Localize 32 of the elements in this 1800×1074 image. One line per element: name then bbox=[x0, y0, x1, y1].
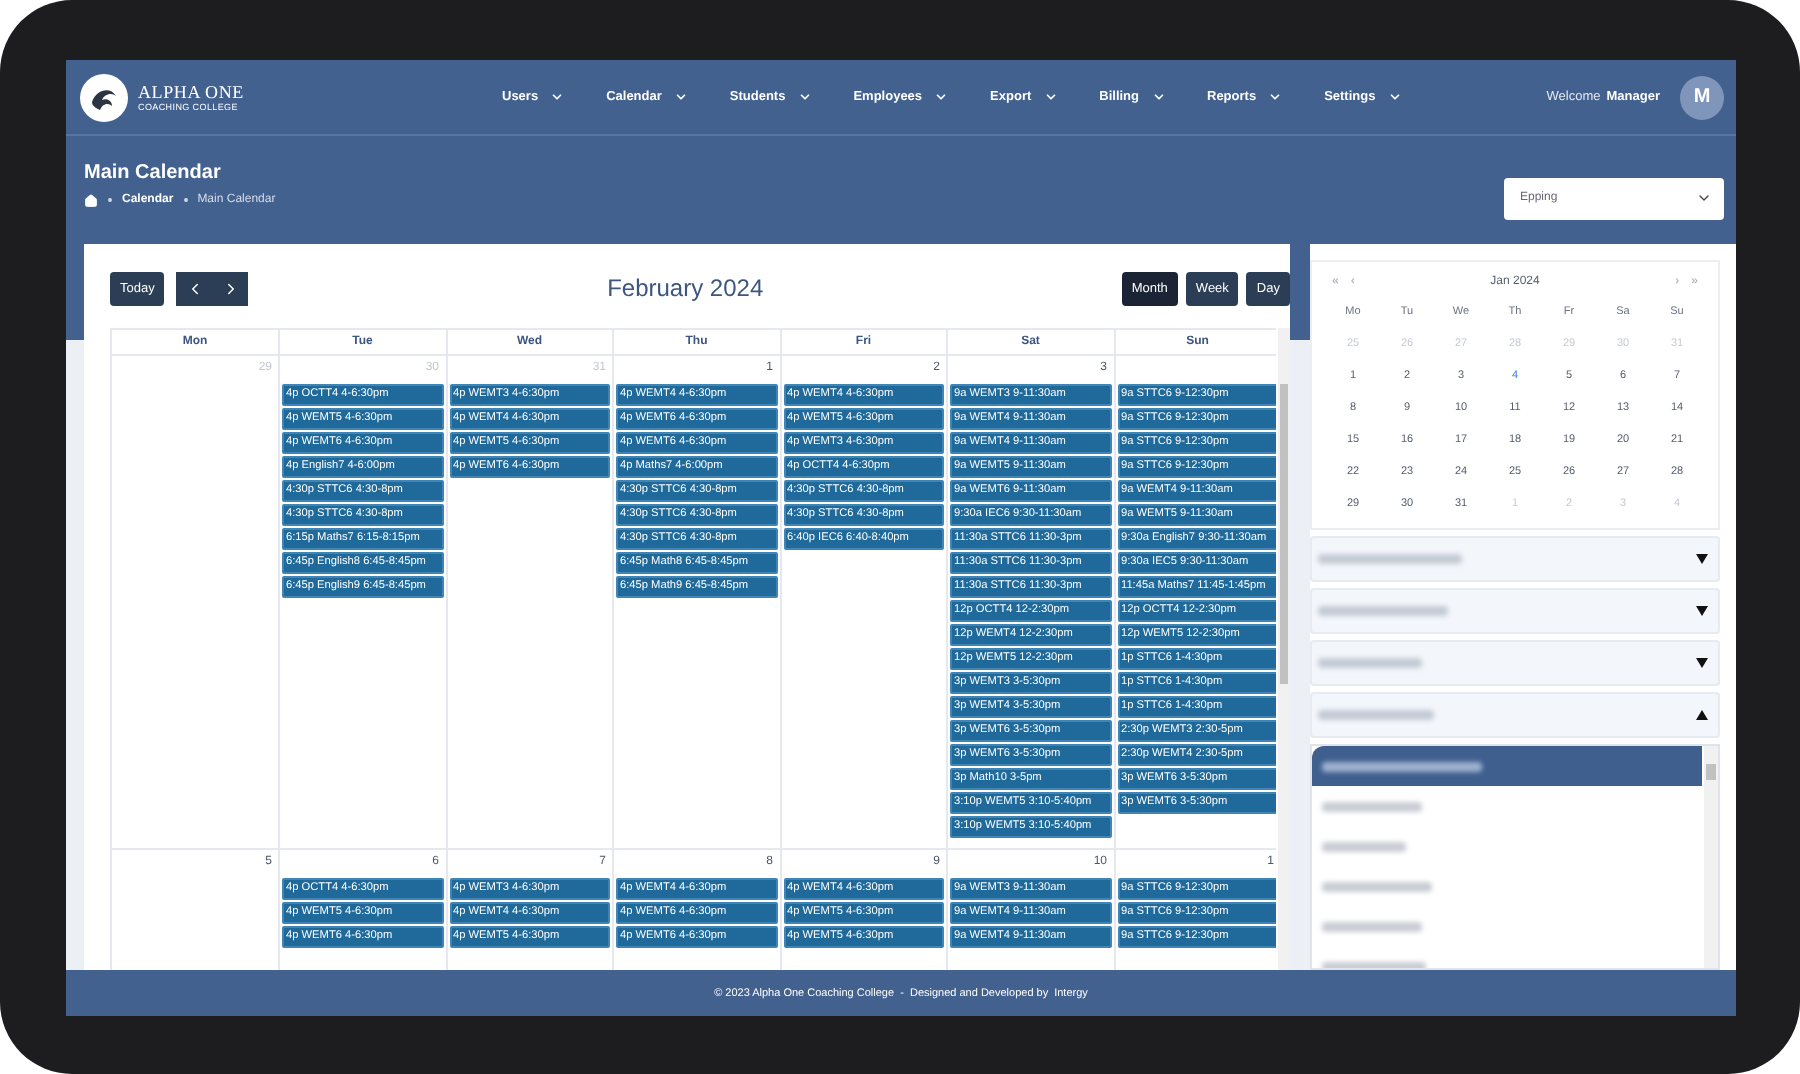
chevron-down-icon bbox=[797, 90, 812, 104]
blurred-label bbox=[1318, 606, 1448, 616]
blurred-label bbox=[1322, 841, 1406, 851]
home-icon[interactable] bbox=[84, 193, 98, 207]
scrollbar[interactable] bbox=[1704, 746, 1718, 968]
filter-dropdown[interactable] bbox=[1310, 536, 1720, 582]
logo-icon bbox=[80, 73, 128, 121]
filter-dropdown[interactable] bbox=[1310, 588, 1720, 634]
calendar-title: February 2024 bbox=[607, 274, 764, 302]
filter-dropdown[interactable] bbox=[1310, 692, 1720, 738]
chevron-down-icon bbox=[1696, 190, 1712, 206]
chevron-down-icon bbox=[550, 90, 565, 104]
user-avatar[interactable]: M bbox=[1680, 75, 1724, 119]
filter-dropdown[interactable] bbox=[1310, 640, 1720, 686]
blurred-label bbox=[1322, 801, 1422, 811]
dropdown-option[interactable] bbox=[1312, 746, 1702, 786]
chevron-down-icon bbox=[673, 90, 688, 104]
chevron-down-icon bbox=[1151, 90, 1165, 104]
blurred-label bbox=[1318, 658, 1422, 668]
chevron-down-icon bbox=[934, 90, 949, 104]
next-button[interactable] bbox=[212, 271, 249, 305]
page-title: Main Calendar bbox=[84, 161, 223, 183]
chevron-down-icon bbox=[1387, 90, 1402, 104]
blurred-label bbox=[1318, 710, 1434, 720]
logo-title: ALPHA ONE bbox=[138, 82, 244, 102]
chevron-down-icon bbox=[1268, 90, 1283, 104]
blurred-label bbox=[1322, 881, 1432, 891]
blurred-label bbox=[1322, 921, 1422, 931]
previous-button[interactable] bbox=[176, 271, 213, 305]
chevron-down-icon bbox=[1043, 90, 1058, 104]
blurred-label bbox=[1318, 554, 1462, 564]
scrollbar[interactable] bbox=[1278, 328, 1290, 970]
